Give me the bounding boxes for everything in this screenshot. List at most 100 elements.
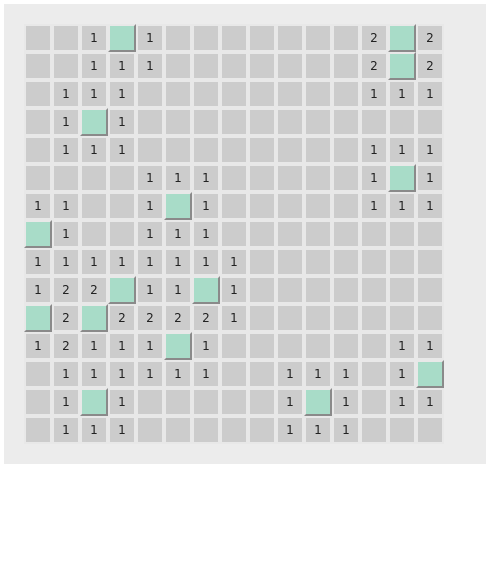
number-tile[interactable]: 1: [136, 164, 164, 192]
empty-tile[interactable]: [192, 80, 220, 108]
empty-tile[interactable]: [24, 164, 52, 192]
number-tile[interactable]: 1: [388, 332, 416, 360]
highlighted-tile[interactable]: [164, 192, 192, 220]
empty-tile[interactable]: [248, 52, 276, 80]
highlighted-tile[interactable]: [388, 52, 416, 80]
empty-tile[interactable]: [248, 304, 276, 332]
empty-tile[interactable]: [164, 24, 192, 52]
number-tile[interactable]: 1: [192, 248, 220, 276]
empty-tile[interactable]: [136, 108, 164, 136]
empty-tile[interactable]: [360, 360, 388, 388]
number-tile[interactable]: 1: [52, 360, 80, 388]
empty-tile[interactable]: [388, 416, 416, 444]
empty-tile[interactable]: [416, 276, 444, 304]
number-tile[interactable]: 1: [108, 360, 136, 388]
empty-tile[interactable]: [220, 332, 248, 360]
empty-tile[interactable]: [24, 52, 52, 80]
empty-tile[interactable]: [220, 136, 248, 164]
number-tile[interactable]: 1: [24, 192, 52, 220]
empty-tile[interactable]: [220, 192, 248, 220]
empty-tile[interactable]: [360, 220, 388, 248]
number-tile[interactable]: 1: [52, 108, 80, 136]
number-tile[interactable]: 1: [80, 52, 108, 80]
number-tile[interactable]: 1: [416, 332, 444, 360]
empty-tile[interactable]: [416, 416, 444, 444]
number-tile[interactable]: 1: [276, 388, 304, 416]
highlighted-tile[interactable]: [80, 388, 108, 416]
empty-tile[interactable]: [248, 80, 276, 108]
empty-tile[interactable]: [388, 248, 416, 276]
number-tile[interactable]: 1: [164, 276, 192, 304]
number-tile[interactable]: 1: [52, 248, 80, 276]
number-tile[interactable]: 1: [332, 388, 360, 416]
empty-tile[interactable]: [332, 304, 360, 332]
empty-tile[interactable]: [276, 220, 304, 248]
number-tile[interactable]: 1: [52, 136, 80, 164]
empty-tile[interactable]: [192, 416, 220, 444]
number-tile[interactable]: 1: [136, 24, 164, 52]
highlighted-tile[interactable]: [108, 24, 136, 52]
empty-tile[interactable]: [276, 332, 304, 360]
empty-tile[interactable]: [248, 24, 276, 52]
number-tile[interactable]: 1: [24, 248, 52, 276]
number-tile[interactable]: 2: [192, 304, 220, 332]
number-tile[interactable]: 1: [52, 388, 80, 416]
empty-tile[interactable]: [360, 416, 388, 444]
number-tile[interactable]: 1: [136, 248, 164, 276]
empty-tile[interactable]: [276, 24, 304, 52]
highlighted-tile[interactable]: [80, 108, 108, 136]
empty-tile[interactable]: [136, 136, 164, 164]
highlighted-tile[interactable]: [304, 388, 332, 416]
number-tile[interactable]: 1: [108, 80, 136, 108]
empty-tile[interactable]: [332, 164, 360, 192]
empty-tile[interactable]: [24, 416, 52, 444]
empty-tile[interactable]: [108, 220, 136, 248]
number-tile[interactable]: 1: [164, 220, 192, 248]
number-tile[interactable]: 1: [52, 220, 80, 248]
empty-tile[interactable]: [192, 136, 220, 164]
empty-tile[interactable]: [220, 416, 248, 444]
highlighted-tile[interactable]: [388, 24, 416, 52]
empty-tile[interactable]: [332, 276, 360, 304]
empty-tile[interactable]: [304, 136, 332, 164]
empty-tile[interactable]: [304, 80, 332, 108]
number-tile[interactable]: 1: [24, 276, 52, 304]
empty-tile[interactable]: [136, 416, 164, 444]
empty-tile[interactable]: [360, 248, 388, 276]
number-tile[interactable]: 1: [276, 360, 304, 388]
empty-tile[interactable]: [276, 304, 304, 332]
empty-tile[interactable]: [164, 52, 192, 80]
number-tile[interactable]: 1: [136, 276, 164, 304]
number-tile[interactable]: 2: [52, 332, 80, 360]
highlighted-tile[interactable]: [388, 164, 416, 192]
number-tile[interactable]: 1: [220, 276, 248, 304]
empty-tile[interactable]: [136, 80, 164, 108]
empty-tile[interactable]: [332, 220, 360, 248]
number-tile[interactable]: 1: [192, 360, 220, 388]
number-tile[interactable]: 1: [388, 360, 416, 388]
empty-tile[interactable]: [24, 136, 52, 164]
number-tile[interactable]: 1: [24, 332, 52, 360]
empty-tile[interactable]: [332, 108, 360, 136]
number-tile[interactable]: 1: [52, 80, 80, 108]
empty-tile[interactable]: [360, 388, 388, 416]
number-tile[interactable]: 1: [304, 360, 332, 388]
number-tile[interactable]: 2: [164, 304, 192, 332]
empty-tile[interactable]: [220, 52, 248, 80]
empty-tile[interactable]: [248, 388, 276, 416]
empty-tile[interactable]: [220, 164, 248, 192]
number-tile[interactable]: 1: [192, 192, 220, 220]
empty-tile[interactable]: [52, 24, 80, 52]
empty-tile[interactable]: [192, 52, 220, 80]
empty-tile[interactable]: [108, 164, 136, 192]
empty-tile[interactable]: [304, 332, 332, 360]
empty-tile[interactable]: [416, 304, 444, 332]
empty-tile[interactable]: [24, 360, 52, 388]
empty-tile[interactable]: [416, 220, 444, 248]
highlighted-tile[interactable]: [24, 304, 52, 332]
empty-tile[interactable]: [192, 108, 220, 136]
highlighted-tile[interactable]: [80, 304, 108, 332]
number-tile[interactable]: 1: [360, 164, 388, 192]
number-tile[interactable]: 1: [220, 248, 248, 276]
empty-tile[interactable]: [304, 248, 332, 276]
